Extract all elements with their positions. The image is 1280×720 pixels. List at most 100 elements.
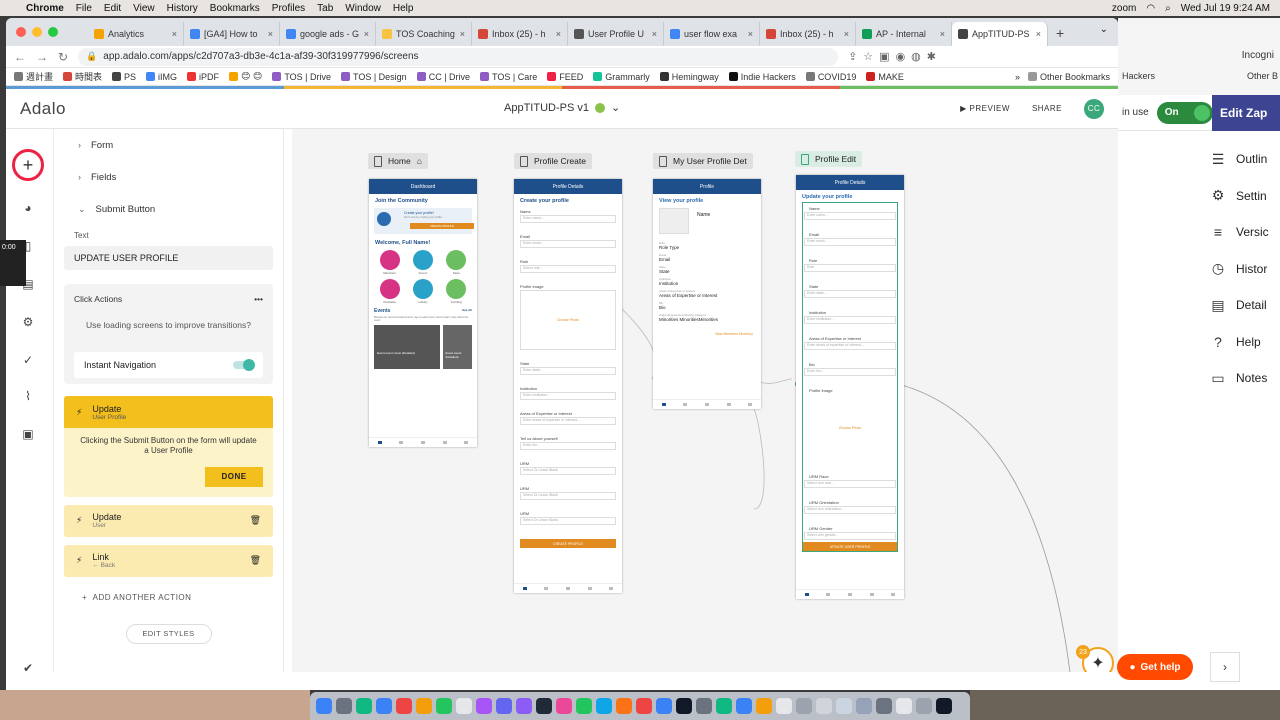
dock-app-icon[interactable] bbox=[476, 698, 492, 714]
puzzle-icon[interactable]: ✱ bbox=[927, 50, 936, 63]
dock-app-icon[interactable] bbox=[856, 698, 872, 714]
extension-icon[interactable]: ◍ bbox=[911, 50, 921, 63]
dock-app-icon[interactable] bbox=[816, 698, 832, 714]
bookmark-item[interactable]: 週計畫 bbox=[14, 70, 53, 83]
bookmark-item[interactable]: Hemingway bbox=[659, 70, 719, 83]
adalo-logo[interactable]: Adalo bbox=[20, 99, 66, 119]
bookmark-item[interactable]: FEED bbox=[547, 70, 583, 83]
more-icon[interactable]: ••• bbox=[254, 294, 263, 304]
bookmark-item[interactable]: CC | Drive bbox=[416, 70, 470, 83]
close-icon[interactable]: × bbox=[364, 29, 369, 39]
zap-sidebar-item[interactable]: ▭ Notes bbox=[1210, 360, 1280, 397]
menu-file[interactable]: File bbox=[76, 3, 92, 14]
browser-tab[interactable]: Analytics × bbox=[88, 22, 184, 46]
settings-icon[interactable]: ⚙ bbox=[19, 313, 37, 331]
avatar[interactable]: CC bbox=[1084, 98, 1104, 119]
bookmark-item[interactable]: PS bbox=[112, 70, 136, 83]
screen-label-my-user-profile[interactable]: My User Profile Det bbox=[653, 153, 753, 169]
close-icon[interactable]: × bbox=[268, 29, 273, 39]
zap-sidebar-item[interactable]: ◷ Histor bbox=[1210, 251, 1280, 288]
other-bookmarks-2[interactable]: Other B bbox=[1247, 71, 1278, 81]
minimize-window-button[interactable] bbox=[32, 27, 42, 37]
hackers-bookmark[interactable]: Hackers bbox=[1122, 71, 1155, 81]
address-bar[interactable]: 🔒 app.adalo.com/apps/c2d707a3-db3e-4c1a-… bbox=[78, 47, 839, 66]
incognito-label[interactable]: Incogni bbox=[1242, 50, 1274, 61]
zap-sidebar-item[interactable]: ▤ Detail bbox=[1210, 287, 1280, 324]
get-help-button[interactable]: ● Get help bbox=[1117, 654, 1193, 680]
zap-on-toggle[interactable]: On bbox=[1156, 101, 1213, 124]
bookmark-item[interactable]: 😊 😊 bbox=[229, 70, 262, 83]
dock-app-icon[interactable] bbox=[876, 698, 892, 714]
dock-app-icon[interactable] bbox=[516, 698, 532, 714]
zap-sidebar-item[interactable]: ≡ Versic bbox=[1210, 214, 1280, 251]
wifi-icon[interactable]: ◠ bbox=[1146, 3, 1155, 14]
screen-label-profile-create[interactable]: Profile Create bbox=[514, 153, 592, 169]
menu-tab[interactable]: Tab bbox=[317, 3, 333, 14]
dock-app-icon[interactable] bbox=[896, 698, 912, 714]
edit-styles-button[interactable]: EDIT STYLES bbox=[125, 623, 212, 644]
dock-app-icon[interactable] bbox=[396, 698, 412, 714]
zoom-window-button[interactable] bbox=[48, 27, 58, 37]
close-icon[interactable]: × bbox=[556, 29, 561, 39]
dock-app-icon[interactable] bbox=[716, 698, 732, 714]
zap-sidebar-item[interactable]: ⚙ Settin bbox=[1210, 178, 1280, 215]
close-icon[interactable]: × bbox=[844, 29, 849, 39]
dock-app-icon[interactable] bbox=[456, 698, 472, 714]
dock-app-icon[interactable] bbox=[676, 698, 692, 714]
screen-label-home[interactable]: Home ⌂ bbox=[368, 153, 428, 169]
trash-icon[interactable]: 🗑 bbox=[250, 555, 261, 566]
dock-app-icon[interactable] bbox=[836, 698, 852, 714]
publish-icon[interactable]: ✓ bbox=[19, 351, 37, 369]
dock-app-icon[interactable] bbox=[776, 698, 792, 714]
dock-app-icon[interactable] bbox=[496, 698, 512, 714]
edit-zap-button[interactable]: Edit Zap bbox=[1212, 95, 1280, 131]
dock-app-icon[interactable] bbox=[596, 698, 612, 714]
screen-profile-edit[interactable]: Profile Details Update your profile Name… bbox=[796, 175, 904, 599]
dock-app-icon[interactable] bbox=[576, 698, 592, 714]
browser-tab[interactable]: Inbox (25) - h × bbox=[472, 22, 568, 46]
close-icon[interactable]: × bbox=[748, 29, 753, 39]
dock-app-icon[interactable] bbox=[536, 698, 552, 714]
menu-help[interactable]: Help bbox=[393, 3, 414, 14]
bookmark-item[interactable]: Grammarly bbox=[593, 70, 650, 83]
dock-app-icon[interactable] bbox=[936, 698, 952, 714]
team-icon[interactable]: ▣ bbox=[19, 425, 37, 443]
menu-app-name[interactable]: Chrome bbox=[26, 3, 64, 14]
browser-tab[interactable]: Inbox (25) - h × bbox=[760, 22, 856, 46]
browser-tab[interactable]: AP - Internal × bbox=[856, 22, 952, 46]
close-window-button[interactable] bbox=[16, 27, 26, 37]
dock-app-icon[interactable] bbox=[436, 698, 452, 714]
screen-profile-create[interactable]: Profile Details Create your profile Name… bbox=[514, 179, 622, 593]
dock-app-icon[interactable] bbox=[616, 698, 632, 714]
clock[interactable]: Wed Jul 19 9:24 AM bbox=[1181, 3, 1270, 14]
app-selector[interactable]: AppTITUD-PS v1 ⌄ bbox=[504, 101, 620, 115]
dock-app-icon[interactable] bbox=[556, 698, 572, 714]
bookmark-item[interactable]: COVID19 bbox=[805, 70, 856, 83]
share-button[interactable]: SHARE bbox=[1032, 104, 1062, 113]
new-tab-button[interactable]: + bbox=[1048, 25, 1072, 46]
browser-tab[interactable]: TOS Coaching × bbox=[376, 22, 472, 46]
dock-app-icon[interactable] bbox=[656, 698, 672, 714]
add-component-button[interactable]: + bbox=[12, 149, 44, 181]
browser-tab[interactable]: google ads - G × bbox=[280, 22, 376, 46]
instant-navigation-toggle[interactable] bbox=[233, 359, 255, 371]
dock-app-icon[interactable] bbox=[756, 698, 772, 714]
dock-app-icon[interactable] bbox=[376, 698, 392, 714]
browser-tab[interactable]: AppTITUD-PS × bbox=[952, 22, 1048, 46]
reload-icon[interactable]: ↻ bbox=[58, 50, 68, 64]
tab-search-icon[interactable]: ⌄ bbox=[1100, 24, 1108, 35]
button-text-input[interactable]: UPDATE USER PROFILE bbox=[64, 246, 273, 270]
forward-icon[interactable]: → bbox=[36, 50, 48, 64]
bookmark-item[interactable]: MAKE bbox=[866, 70, 904, 83]
preview-button[interactable]: ▶ PREVIEW bbox=[960, 104, 1010, 113]
extension-icon[interactable]: ◉ bbox=[896, 50, 906, 63]
back-icon[interactable]: ← bbox=[14, 50, 26, 64]
bookmark-item[interactable]: TOS | Design bbox=[341, 70, 407, 83]
action-link-back[interactable]: ⚡ Link ← Back 🗑 bbox=[64, 544, 273, 577]
next-arrow-button[interactable]: › bbox=[1210, 652, 1240, 682]
dock-app-icon[interactable] bbox=[916, 698, 932, 714]
dock-app-icon[interactable] bbox=[416, 698, 432, 714]
share-icon[interactable]: ⇪ bbox=[848, 50, 857, 63]
bookmark-item[interactable]: TOS | Care bbox=[480, 70, 537, 83]
dock-app-icon[interactable] bbox=[356, 698, 372, 714]
